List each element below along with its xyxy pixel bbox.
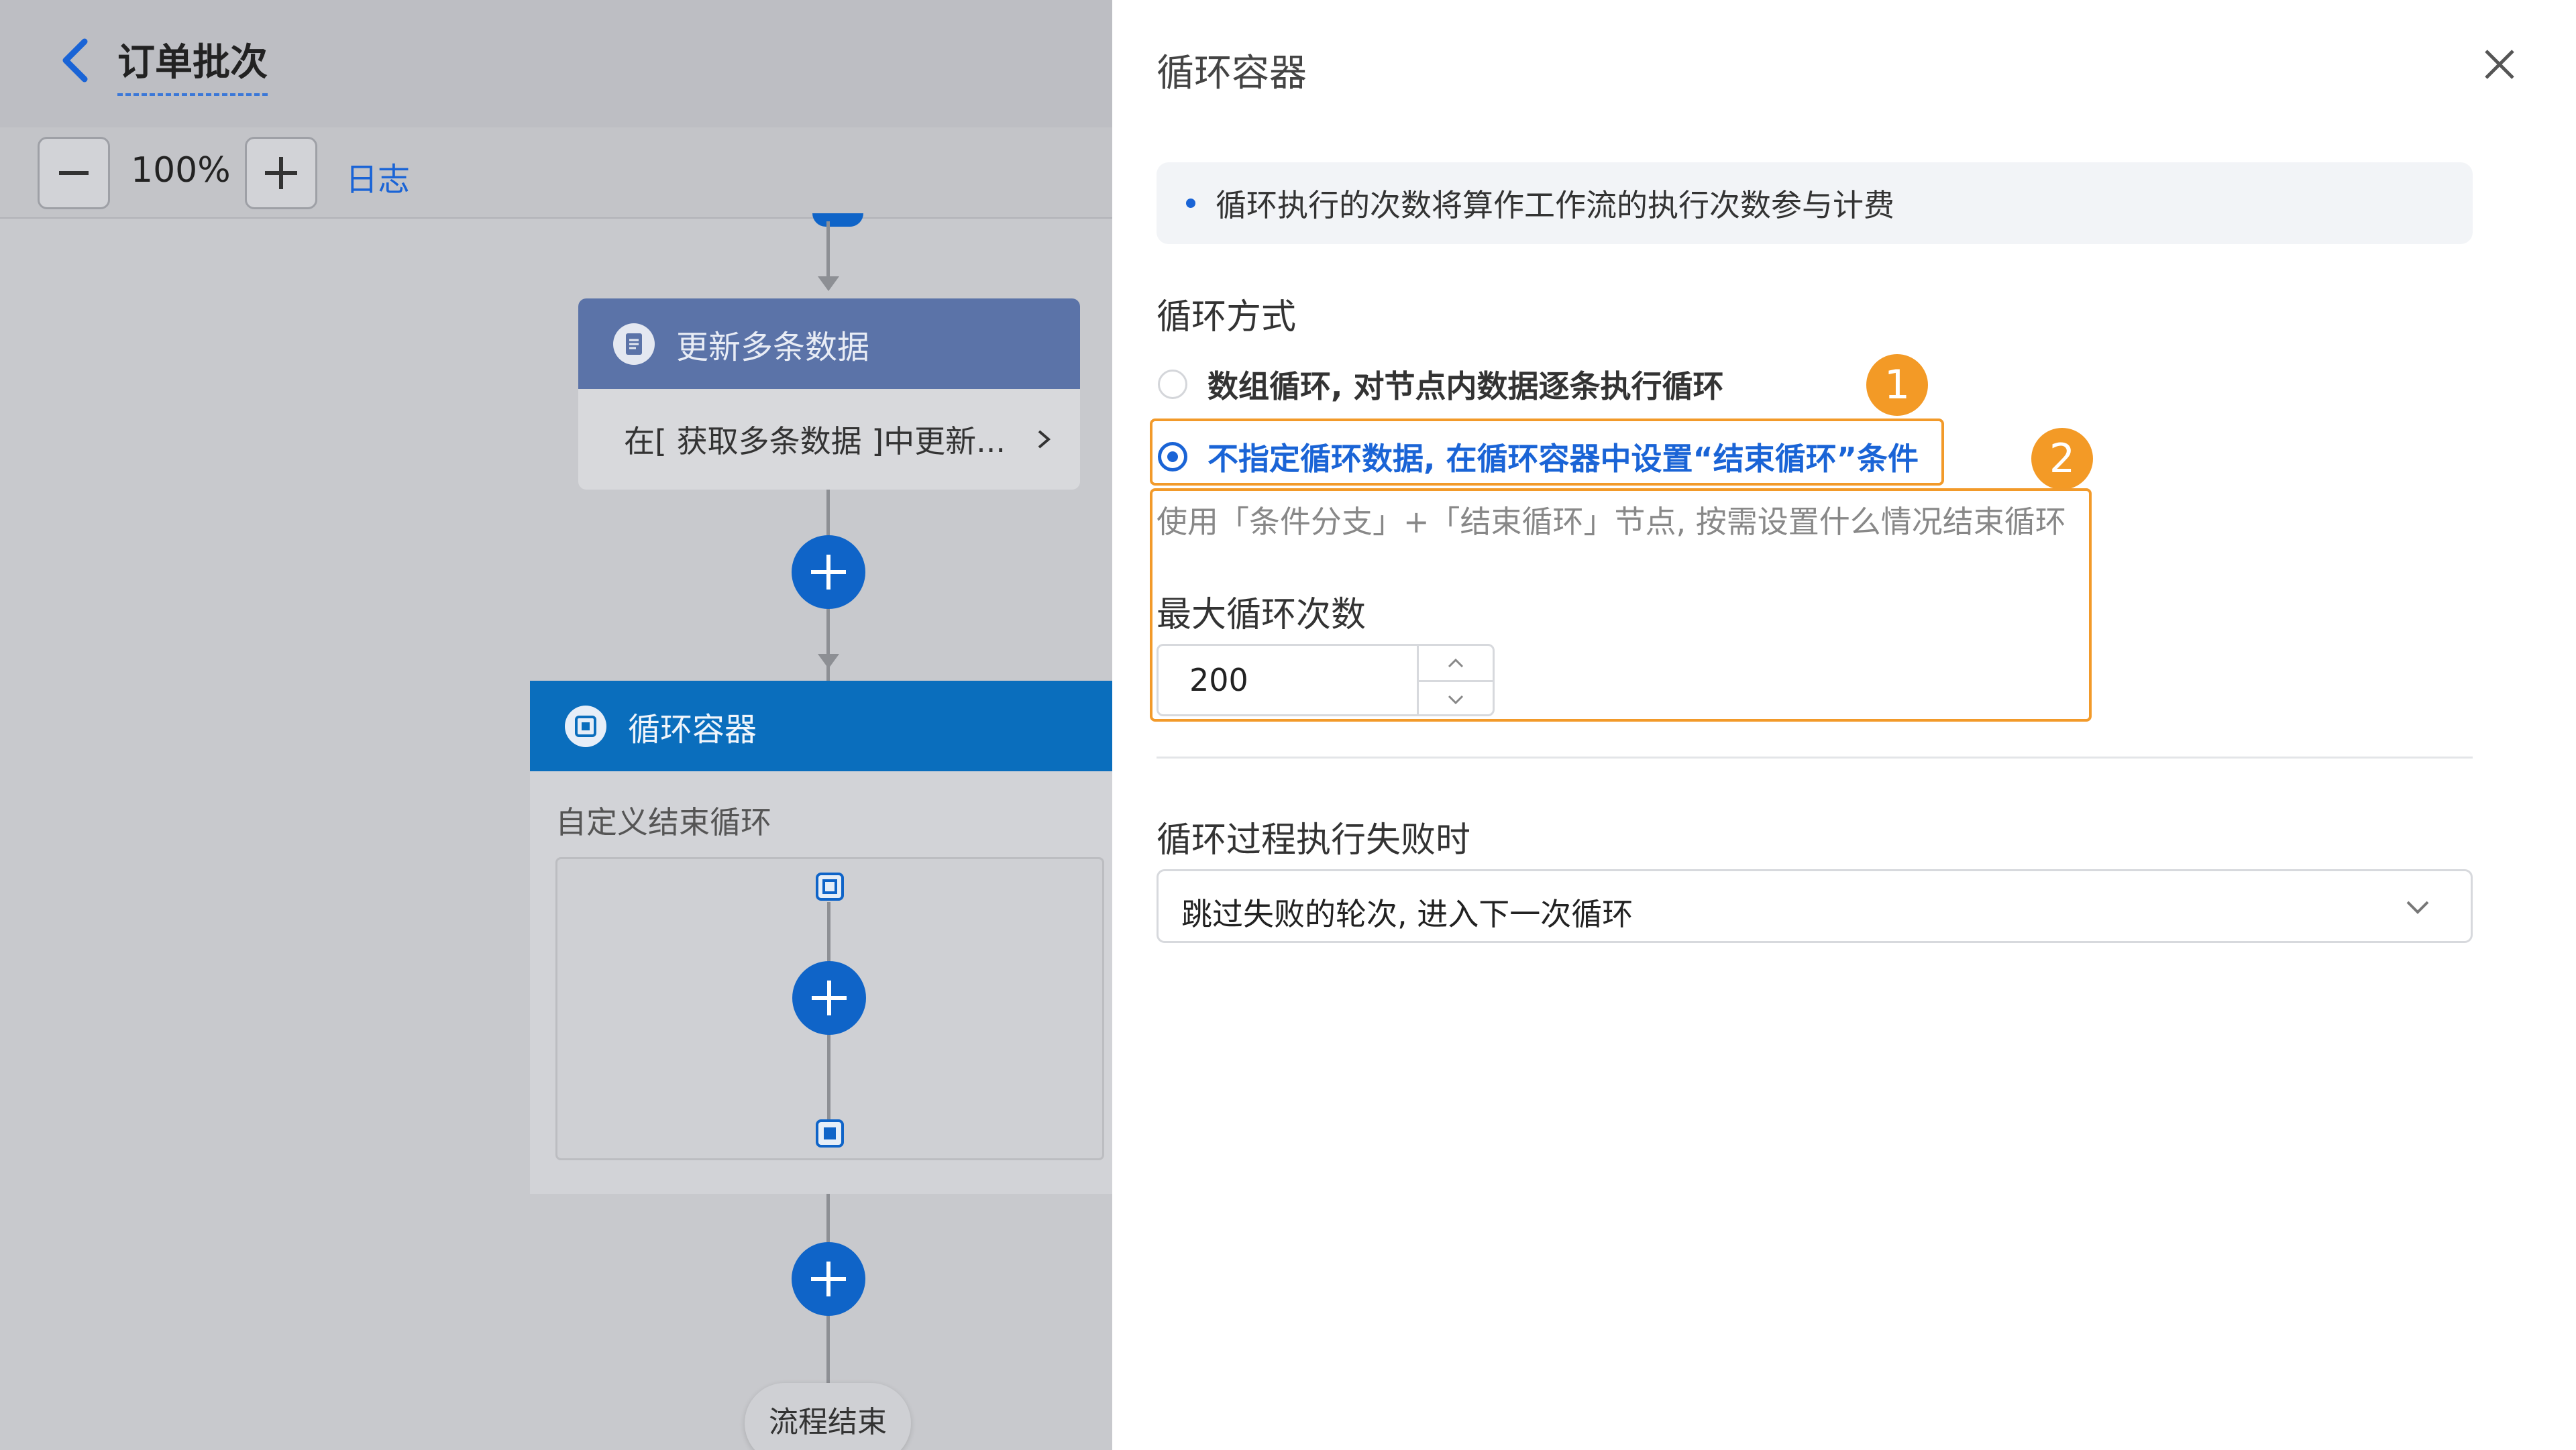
add-node-after-loop-button[interactable] bbox=[792, 1242, 865, 1316]
radio-checked[interactable] bbox=[1158, 442, 1187, 471]
loop-end-icon bbox=[816, 1119, 844, 1148]
chevron-up-icon bbox=[1448, 658, 1464, 667]
add-node-in-loop-button[interactable] bbox=[792, 961, 866, 1035]
loop-node-title: 循环容器 bbox=[628, 710, 757, 748]
failure-policy-select[interactable]: 跳过失败的轮次, 进入下一次循环 bbox=[1157, 869, 2473, 943]
mode-hint: 使用「条件分支」+「结束循环」节点, 按需设置什么情况结束循环 bbox=[1157, 504, 2066, 540]
loop-icon bbox=[565, 705, 606, 747]
annotation-badge-2: 2 bbox=[2031, 428, 2093, 490]
mode-option-array-label: 数组循环, 对节点内数据逐条执行循环 bbox=[1208, 368, 1724, 404]
loop-inner-area bbox=[555, 857, 1104, 1160]
increment-button[interactable] bbox=[1419, 646, 1493, 682]
billing-notice: 循环执行的次数将算作工作流的执行次数参与计费 bbox=[1157, 162, 2473, 244]
flow-end-node: 流程结束 bbox=[745, 1383, 911, 1450]
number-stepper[interactable] bbox=[1417, 646, 1493, 714]
close-icon[interactable] bbox=[2479, 44, 2520, 85]
canvas-toolbar: 100% 日志 bbox=[0, 127, 1112, 219]
annotation-badge-1: 1 bbox=[1866, 354, 1928, 416]
zoom-out-button[interactable] bbox=[38, 137, 110, 209]
zoom-in-button[interactable] bbox=[245, 137, 317, 209]
failure-label: 循环过程执行失败时 bbox=[1157, 820, 1471, 860]
prev-node-tail bbox=[812, 213, 863, 227]
back-arrow-icon[interactable] bbox=[54, 34, 101, 87]
plus-icon bbox=[811, 555, 846, 590]
update-node-summary: 在[ 获取多条数据 ]中更新... bbox=[624, 423, 1006, 459]
plus-icon bbox=[812, 981, 847, 1015]
section-divider bbox=[1157, 757, 2473, 759]
chevron-right-icon bbox=[1038, 430, 1051, 449]
mode-option-custom-end[interactable]: 不指定循环数据, 在循环容器中设置“结束循环”条件 bbox=[1158, 435, 1919, 479]
plus-icon bbox=[265, 157, 297, 189]
chevron-down-icon bbox=[2406, 901, 2429, 914]
plus-icon bbox=[811, 1262, 846, 1296]
loop-mode-label: 循环方式 bbox=[1157, 297, 1297, 337]
decrement-button[interactable] bbox=[1419, 682, 1493, 716]
max-loop-input[interactable]: 200 bbox=[1157, 644, 1495, 716]
loop-node-subtitle: 自定义结束循环 bbox=[555, 804, 771, 840]
add-node-button[interactable] bbox=[792, 535, 865, 609]
log-link[interactable]: 日志 bbox=[345, 153, 410, 200]
notice-text: 循环执行的次数将算作工作流的执行次数参与计费 bbox=[1216, 187, 1894, 223]
failure-policy-value: 跳过失败的轮次, 进入下一次循环 bbox=[1181, 896, 1633, 932]
update-node-title: 更新多条数据 bbox=[676, 328, 870, 366]
document-icon bbox=[613, 323, 655, 365]
top-bar: 订单批次 bbox=[0, 0, 1112, 127]
panel-title: 循环容器 bbox=[1157, 52, 1307, 95]
minus-icon bbox=[59, 171, 89, 175]
loop-start-icon bbox=[816, 873, 844, 901]
max-loop-label: 最大循环次数 bbox=[1157, 595, 1366, 635]
radio-unchecked[interactable] bbox=[1158, 370, 1187, 399]
update-node[interactable]: 更新多条数据 在[ 获取多条数据 ]中更新... bbox=[578, 298, 1080, 490]
max-loop-value: 200 bbox=[1189, 662, 1248, 698]
chevron-down-icon bbox=[1448, 695, 1464, 704]
zoom-level: 100% bbox=[131, 150, 231, 190]
mode-option-custom-end-label: 不指定循环数据, 在循环容器中设置“结束循环”条件 bbox=[1208, 441, 1919, 477]
mode-option-array[interactable]: 数组循环, 对节点内数据逐条执行循环 bbox=[1158, 362, 1724, 406]
loop-settings-panel: 循环容器 循环执行的次数将算作工作流的执行次数参与计费 循环方式 数组循环, 对… bbox=[1112, 0, 2576, 1450]
workflow-canvas: 订单批次 100% 日志 更新多条数据 在[ 获取多条数据 ]中更新... 循环… bbox=[0, 0, 1112, 1450]
page-title[interactable]: 订单批次 bbox=[117, 32, 268, 96]
bullet-dot bbox=[1186, 199, 1195, 208]
